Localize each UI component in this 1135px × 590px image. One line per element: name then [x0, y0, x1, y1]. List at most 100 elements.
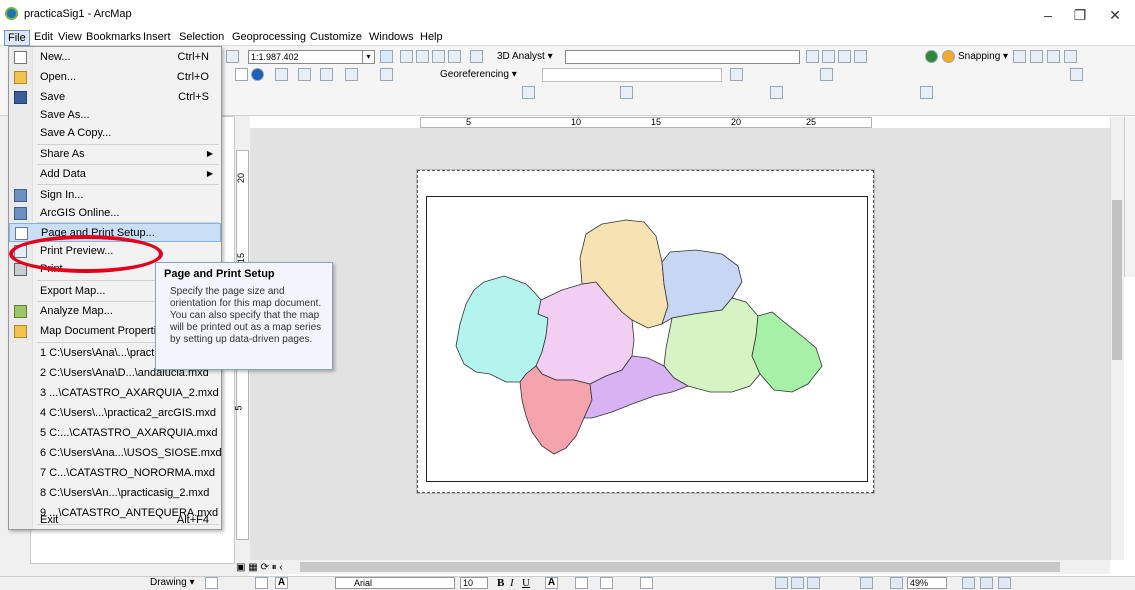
horizontal-scrollbar-thumb[interactable]: [300, 562, 1060, 572]
toggle-draft-mode-icon[interactable]: [962, 577, 975, 589]
menu-item-label: Save A Copy...: [40, 127, 112, 139]
measure-icon[interactable]: [320, 68, 333, 81]
select-elements-icon[interactable]: [205, 577, 218, 589]
edge-snapping-icon[interactable]: [1064, 50, 1077, 63]
snapping-toolbar-label[interactable]: Snapping ▾: [958, 51, 1008, 62]
recent-file-4[interactable]: 4 C:\Users\...\practica2_arcGIS.mxd: [9, 404, 221, 424]
model-builder-icon[interactable]: [470, 50, 483, 63]
fill-color-icon[interactable]: [575, 577, 588, 589]
maximize-button[interactable]: ❐: [1065, 4, 1095, 26]
arctoolbox-icon[interactable]: [432, 50, 445, 63]
topology-icon[interactable]: [620, 86, 633, 99]
find-icon[interactable]: [298, 68, 311, 81]
font-size-combo[interactable]: 10: [460, 577, 488, 589]
hyperlink-icon[interactable]: [345, 68, 358, 81]
ruler-label: 25: [806, 117, 817, 127]
catalog-icon[interactable]: [400, 50, 413, 63]
underline-button[interactable]: U: [522, 577, 530, 589]
menu-windows[interactable]: Windows: [367, 31, 416, 43]
3d-analyst-layer-combo[interactable]: [565, 50, 800, 64]
point-snapping-icon[interactable]: [1013, 50, 1026, 63]
steepest-path-icon[interactable]: [854, 50, 867, 63]
python-icon[interactable]: [448, 50, 461, 63]
menu-item-shortcut: Ctrl+N: [177, 51, 209, 63]
3d-analyst-toolbar-label[interactable]: 3D Analyst ▾: [497, 51, 553, 62]
font-name-combo[interactable]: Arial: [335, 577, 455, 589]
arcgis-globe-icon[interactable]: [925, 50, 938, 63]
view-link-table-icon[interactable]: [820, 68, 833, 81]
time-slider-icon[interactable]: [380, 68, 393, 81]
recent-file-7[interactable]: 7 C...\CATASTRO_NORORMA.mxd: [9, 464, 221, 484]
recent-file-3[interactable]: 3 ...\CATASTRO_AXARQUIA_2.mxd: [9, 384, 221, 404]
menu-help[interactable]: Help: [418, 31, 445, 43]
editing-tools-icon[interactable]: [770, 86, 783, 99]
close-button[interactable]: ✕: [1100, 4, 1130, 26]
menu-view[interactable]: View: [56, 31, 84, 43]
menu-bookmarks[interactable]: Bookmarks: [84, 31, 143, 43]
identify-icon[interactable]: [251, 68, 264, 81]
menu-item-add-data[interactable]: Add Data ▶: [9, 165, 221, 185]
scale-dropdown-icon[interactable]: ▾: [362, 50, 375, 64]
menu-item-save-a-copy[interactable]: Save A Copy...: [9, 124, 221, 144]
menu-edit[interactable]: Edit: [32, 31, 55, 43]
zoom-100-icon[interactable]: [890, 577, 903, 589]
sign-in-icon: [14, 189, 27, 202]
minimize-button[interactable]: –: [1033, 4, 1063, 26]
arcgis-explorer-icon[interactable]: [942, 50, 955, 63]
html-popup-icon[interactable]: [275, 68, 288, 81]
pan-layout-icon[interactable]: [807, 577, 820, 589]
trace-icon[interactable]: [522, 86, 535, 99]
catalog-search-side-tabs[interactable]: [1124, 117, 1135, 277]
view-switch-buttons[interactable]: ▣ ▦ ⟳ ⏸ ‹: [236, 562, 283, 573]
editor-toolbar-icon[interactable]: [380, 50, 393, 63]
change-layout-icon[interactable]: [998, 577, 1011, 589]
menu-item-exit[interactable]: Exit Alt+F4: [9, 512, 221, 530]
vertical-scrollbar-thumb[interactable]: [1112, 200, 1122, 360]
add-control-points-icon[interactable]: [730, 68, 743, 81]
interpolate-icon[interactable]: [806, 50, 819, 63]
menu-item-sign-in[interactable]: Sign In...: [9, 186, 221, 206]
layout-tools-icon[interactable]: [920, 86, 933, 99]
menu-geoprocessing[interactable]: Geoprocessing: [230, 31, 308, 43]
zoom-whole-page-icon[interactable]: [860, 577, 873, 589]
profile-graph-icon[interactable]: [822, 50, 835, 63]
recent-file-6[interactable]: 6 C:\Users\Ana...\USOS_SIOSE.mxd: [9, 444, 222, 464]
menu-item-save[interactable]: Save Ctrl+S: [9, 88, 221, 108]
font-color-icon[interactable]: A: [545, 577, 558, 589]
analyze-map-icon: [14, 305, 27, 318]
search-window-icon[interactable]: [416, 50, 429, 63]
recent-file-5[interactable]: 5 C:...\CATASTRO_AXARQUIA.mxd: [9, 424, 221, 444]
menu-item-save-as[interactable]: Save As...: [9, 106, 221, 126]
menu-file[interactable]: File: [4, 30, 30, 46]
spatial-adjust-icon[interactable]: [1070, 68, 1083, 81]
zoom-in-fixed-icon[interactable]: [775, 577, 788, 589]
marker-color-icon[interactable]: [640, 577, 653, 589]
vertex-snapping-icon[interactable]: [1047, 50, 1060, 63]
zoom-out-fixed-icon[interactable]: [791, 577, 804, 589]
layout-zoom-combo[interactable]: 49%: [907, 577, 947, 589]
select-elements-icon[interactable]: [235, 68, 248, 81]
focus-data-frame-icon[interactable]: [980, 577, 993, 589]
menu-customize[interactable]: Customize: [308, 31, 364, 43]
bold-button[interactable]: B: [497, 577, 504, 589]
menu-item-arcgis-online[interactable]: ArcGIS Online...: [9, 204, 221, 224]
drawing-menu[interactable]: Drawing ▾: [150, 577, 194, 588]
menu-item-new[interactable]: New... Ctrl+N: [9, 48, 221, 68]
pan-icon[interactable]: [226, 50, 239, 63]
line-of-sight-icon[interactable]: [838, 50, 851, 63]
menu-insert[interactable]: Insert: [141, 31, 173, 43]
italic-button[interactable]: I: [510, 577, 514, 589]
line-color-icon[interactable]: [600, 577, 613, 589]
map-scale-input[interactable]: 1:1.987.402: [248, 50, 363, 64]
menu-item-label: 4 C:\Users\...\practica2_arcGIS.mxd: [40, 407, 217, 419]
menu-selection[interactable]: Selection: [177, 31, 226, 43]
menu-item-open[interactable]: Open... Ctrl+O: [9, 68, 221, 88]
georeferencing-toolbar-label[interactable]: Georeferencing ▾: [440, 69, 517, 80]
end-snapping-icon[interactable]: [1030, 50, 1043, 63]
menu-item-label: Share As: [40, 148, 85, 160]
recent-file-8[interactable]: 8 C:\Users\An...\practicasig_2.mxd: [9, 484, 221, 504]
rectangle-tool-icon[interactable]: [255, 577, 268, 589]
text-tool-icon[interactable]: A: [275, 577, 288, 589]
georeferencing-layer-combo[interactable]: [542, 68, 722, 82]
menu-item-share-as[interactable]: Share As ▶: [9, 145, 221, 165]
